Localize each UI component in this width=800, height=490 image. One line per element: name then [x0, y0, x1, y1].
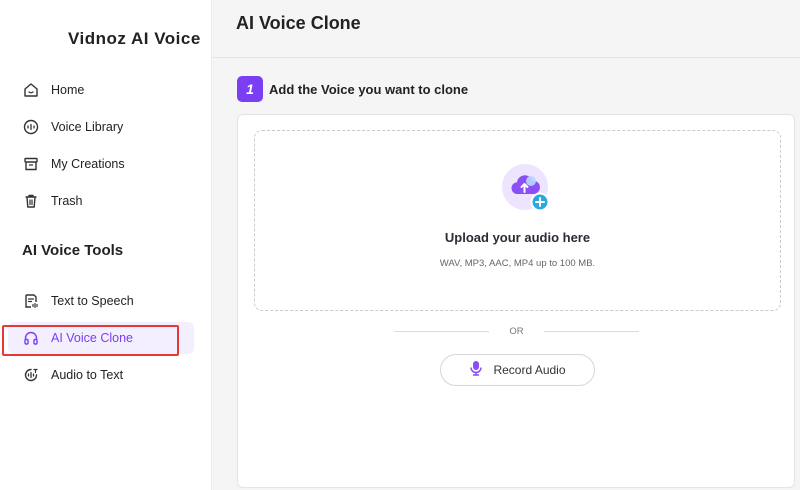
- sidebar-item-home[interactable]: Home: [8, 74, 194, 106]
- page-title: AI Voice Clone: [236, 13, 361, 33]
- app-name: Vidnoz AI Voice: [68, 29, 201, 48]
- upload-formats: WAV, MP3, AAC, MP4 up to 100 MB.: [439, 258, 596, 269]
- home-icon: [22, 81, 40, 99]
- or-line-right: [543, 330, 639, 332]
- upload-dropzone[interactable]: Upload your audio here WAV, MP3, AAC, MP…: [254, 130, 781, 311]
- cloud-upload-icon: [502, 164, 552, 214]
- record-audio-button[interactable]: Record Audio: [440, 354, 595, 386]
- step-header: 1 Add the Voice you want to clone: [237, 76, 468, 102]
- sidebar-item-label: Home: [51, 83, 85, 97]
- audio-to-text-icon: [22, 366, 40, 384]
- soundwave-logo-icon: [11, 24, 55, 54]
- sidebar-item-text-to-speech[interactable]: Text to Speech: [8, 285, 194, 317]
- clone-card: Upload your audio here WAV, MP3, AAC, MP…: [237, 114, 795, 488]
- sidebar-item-label: Trash: [51, 194, 83, 208]
- microphone-icon: [469, 360, 483, 381]
- voice-library-icon: [22, 118, 40, 136]
- sidebar-item-label: AI Voice Clone: [51, 331, 133, 345]
- sidebar-item-label: Voice Library: [51, 120, 124, 134]
- sidebar-item-ai-voice-clone[interactable]: AI Voice Clone: [8, 322, 194, 354]
- sidebar-item-audio-to-text[interactable]: Audio to Text: [8, 359, 194, 391]
- or-divider: OR: [394, 324, 639, 338]
- header-divider: [212, 57, 800, 58]
- text-to-speech-icon: [22, 292, 40, 310]
- sidebar-item-label: Text to Speech: [51, 294, 134, 308]
- sidebar: Vidnoz AI Voice Home Voice Library My Cr…: [0, 0, 212, 490]
- section-title-ai-voice-tools: AI Voice Tools: [22, 242, 124, 259]
- archive-box-icon: [22, 155, 40, 173]
- or-text: OR: [509, 325, 524, 337]
- or-line-left: [394, 330, 490, 332]
- sidebar-item-voice-library[interactable]: Voice Library: [8, 111, 194, 143]
- sidebar-item-my-creations[interactable]: My Creations: [8, 148, 194, 180]
- sidebar-item-label: My Creations: [51, 157, 125, 171]
- headphones-icon: [22, 329, 40, 347]
- trash-icon: [22, 192, 40, 210]
- sidebar-item-trash[interactable]: Trash: [8, 185, 194, 217]
- step-label: Add the Voice you want to clone: [269, 81, 469, 97]
- sidebar-item-label: Audio to Text: [51, 368, 124, 382]
- step-number-badge: 1: [237, 76, 263, 102]
- upload-title: Upload your audio here: [444, 230, 591, 245]
- record-audio-label: Record Audio: [493, 363, 566, 377]
- app-logo[interactable]: Vidnoz AI Voice: [10, 24, 201, 54]
